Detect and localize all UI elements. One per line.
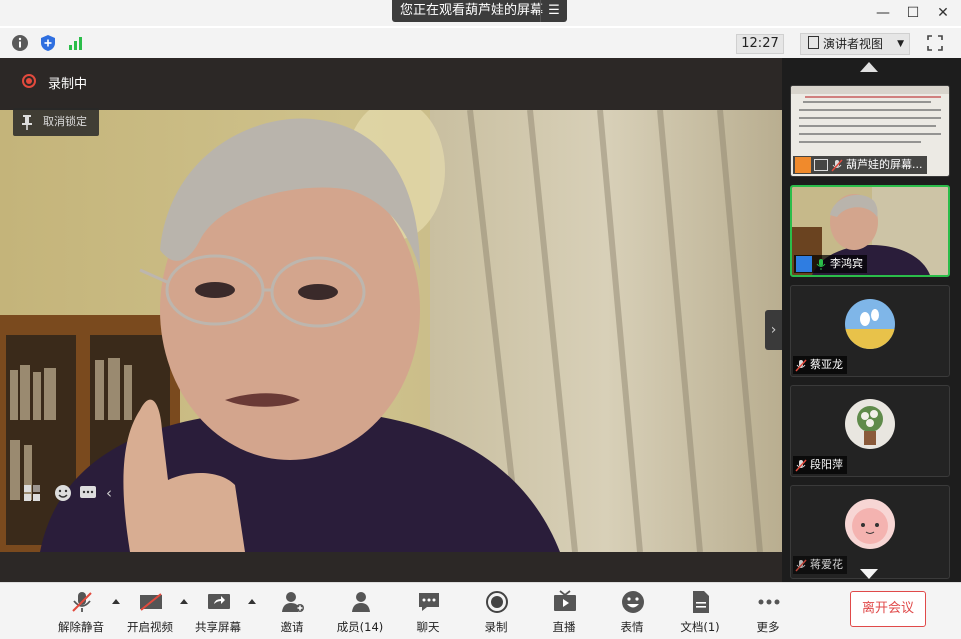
layout-grid-icon[interactable] [22, 483, 42, 503]
reactions-button[interactable]: 表情 [602, 588, 662, 636]
meeting-toolbar: 解除静音 开启视频 共享屏幕 邀请 成员(14) 聊天 录制 直播 表情 文档(… [0, 582, 961, 639]
pin-icon [22, 115, 32, 130]
mic-muted-icon [795, 358, 807, 372]
mic-muted-icon [831, 158, 843, 172]
video-options-caret-icon[interactable] [180, 599, 188, 604]
more-label: 更多 [756, 620, 780, 634]
participant-tile-screen-share[interactable]: 葫芦娃的屏幕... [790, 85, 950, 177]
view-mode-label: 演讲者视图 [823, 37, 884, 51]
participant-tile[interactable]: 蒋爱花 [790, 485, 950, 579]
reactions-label: 表情 [620, 620, 644, 634]
chevron-down-icon: ▼ [897, 39, 904, 49]
live-button[interactable]: 直播 [534, 588, 594, 636]
close-icon[interactable]: ✕ [933, 3, 953, 23]
presenter-badge-icon [795, 157, 811, 173]
fullscreen-icon[interactable] [926, 34, 944, 52]
add-user-icon [282, 592, 304, 612]
chat-label: 聊天 [416, 620, 440, 634]
more-button[interactable]: 更多 [738, 588, 798, 636]
start-video-button[interactable]: 开启视频 [120, 588, 180, 636]
unmute-label: 解除静音 [58, 620, 104, 634]
tile-name-bar: 段阳萍 [793, 456, 847, 474]
tile-name-bar: 葫芦娃的屏幕... [793, 156, 927, 174]
video-bottom-strip [0, 552, 782, 582]
share-screen-icon [208, 594, 230, 609]
maximize-icon[interactable]: ☐ [903, 3, 923, 23]
mic-active-icon [816, 258, 826, 270]
signal-icon[interactable] [67, 34, 85, 52]
shield-icon[interactable] [39, 34, 57, 52]
invite-label: 邀请 [280, 620, 304, 634]
participant-tile[interactable]: 蔡亚龙 [790, 285, 950, 377]
avatar [845, 399, 895, 449]
unpin-label: 取消锁定 [43, 115, 87, 128]
tile-name-bar: 蔡亚龙 [793, 356, 847, 374]
mic-muted-icon [795, 558, 807, 572]
unmute-button[interactable]: 解除静音 [51, 588, 111, 636]
share-screen-button[interactable]: 共享屏幕 [188, 588, 248, 636]
viewing-text: 您正在观看葫芦娃的屏幕 [400, 3, 544, 18]
mic-muted-icon [72, 592, 92, 612]
participant-name: 葫芦娃的屏幕... [846, 158, 923, 171]
scroll-up-icon[interactable] [860, 62, 878, 72]
docs-button[interactable]: 文档(1) [670, 588, 730, 636]
view-mode-select[interactable]: 演讲者视图 ▼ [800, 33, 910, 55]
unpin-button[interactable]: 取消锁定 [13, 108, 99, 136]
chat-bubble-icon[interactable] [78, 483, 98, 503]
main-video-stage: 录制中 取消锁定 ‹ › [0, 58, 782, 582]
meeting-clock: 12:27 [736, 34, 784, 54]
info-icon[interactable] [11, 34, 29, 52]
record-button[interactable]: 录制 [466, 588, 526, 636]
document-icon [693, 591, 709, 613]
participant-tile-active-speaker[interactable]: 李鸿宾 [790, 185, 950, 277]
recording-label: 录制中 [48, 77, 88, 92]
camera-off-icon [140, 593, 162, 611]
record-icon [486, 591, 508, 613]
start-video-label: 开启视频 [127, 620, 173, 634]
host-badge-icon [796, 256, 812, 272]
participant-name: 蔡亚龙 [810, 358, 843, 371]
chat-icon [419, 593, 439, 611]
share-screen-icon [814, 159, 828, 171]
collapse-panel-button[interactable]: › [765, 310, 782, 350]
chevron-left-icon[interactable]: ‹ [106, 484, 112, 502]
chat-button[interactable]: 聊天 [398, 588, 458, 636]
tile-name-bar: 李鸿宾 [794, 255, 867, 273]
recording-bar: 录制中 [0, 58, 782, 110]
info-bar: 12:27 演讲者视图 ▼ [0, 28, 961, 59]
invite-button[interactable]: 邀请 [262, 588, 322, 636]
members-button[interactable]: 成员(14) [330, 588, 390, 636]
participant-tile[interactable]: 段阳萍 [790, 385, 950, 477]
mic-muted-icon [795, 458, 807, 472]
menu-icon[interactable]: ☰ [540, 0, 567, 22]
record-label: 录制 [484, 620, 508, 634]
participant-name: 李鸿宾 [830, 257, 863, 270]
members-label: 成员(14) [336, 620, 384, 634]
members-icon [352, 592, 370, 612]
share-screen-label: 共享屏幕 [195, 620, 241, 634]
emoji-icon [622, 591, 644, 613]
share-options-caret-icon[interactable] [248, 599, 256, 604]
recording-indicator-icon [22, 74, 36, 88]
live-label: 直播 [552, 620, 576, 634]
live-stream-icon [554, 590, 576, 611]
participant-name: 蒋爱花 [810, 558, 843, 571]
emoji-icon[interactable] [53, 483, 73, 503]
speaker-view-icon [808, 36, 819, 49]
participant-name: 段阳萍 [810, 458, 843, 471]
docs-label: 文档(1) [680, 620, 720, 634]
avatar [845, 499, 895, 549]
audio-options-caret-icon[interactable] [112, 599, 120, 604]
leave-meeting-button[interactable]: 离开会议 [850, 591, 926, 627]
avatar [845, 299, 895, 349]
scroll-down-icon[interactable] [860, 569, 878, 579]
minimize-icon[interactable]: — [873, 3, 893, 23]
speaker-video [0, 110, 782, 552]
tile-name-bar: 蒋爱花 [793, 556, 847, 574]
viewing-screen-pill[interactable]: 您正在观看葫芦娃的屏幕 ☰ [392, 0, 567, 22]
more-dots-icon [758, 599, 780, 605]
